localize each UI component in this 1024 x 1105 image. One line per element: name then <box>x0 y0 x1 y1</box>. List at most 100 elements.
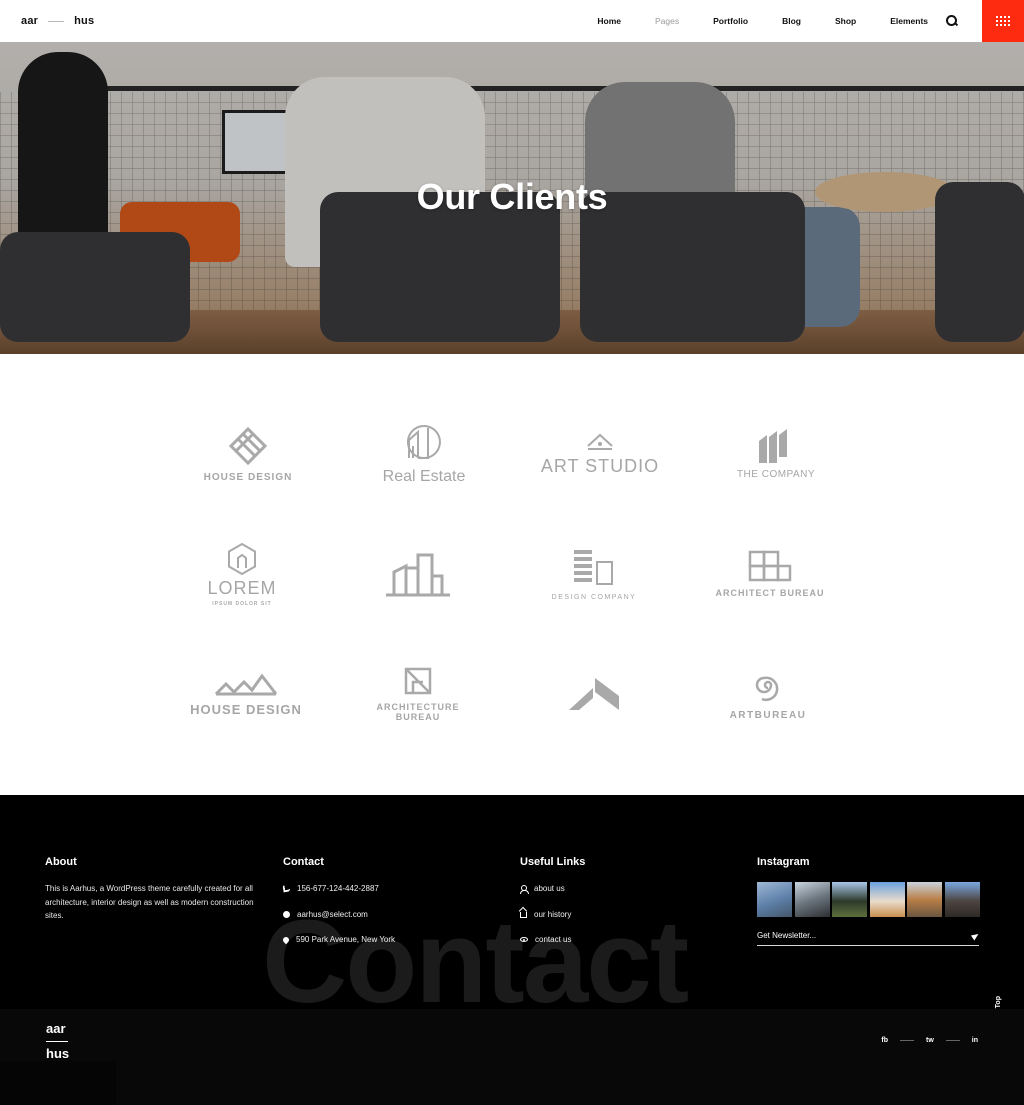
footer-link-label: our history <box>534 909 572 919</box>
mountain-roofs-icon <box>214 672 278 695</box>
city-buildings-icon <box>386 553 450 597</box>
client-logo-lorem[interactable]: LOREM IPSUM DOLOR SIT <box>154 524 330 624</box>
home-icon <box>520 912 527 918</box>
footer-phone[interactable]: 156-677-124-442-2887 <box>282 882 503 895</box>
nav-portfolio[interactable]: Portfolio <box>713 16 748 26</box>
nav-home[interactable]: Home <box>597 16 621 26</box>
client-name: ARCHITECT BUREAU <box>715 588 825 598</box>
footer-instagram: Instagram Get Newsletter... <box>757 856 987 946</box>
client-logo-house-design[interactable]: HOUSE DESIGN <box>160 404 336 504</box>
client-logo-house-design-2[interactable]: HOUSE DESIGN <box>158 644 334 744</box>
nav-elements[interactable]: Elements <box>890 16 928 26</box>
footer-contact-title: Contact <box>283 856 324 868</box>
footer-link-contact[interactable]: contact us <box>520 933 740 946</box>
footer-about-text: This is Aarhus, a WordPress theme carefu… <box>45 884 254 920</box>
nav-shop[interactable]: Shop <box>835 16 856 26</box>
footer-logo-top: aar <box>46 1021 66 1036</box>
phone-icon <box>282 884 291 893</box>
framed-square-icon <box>404 667 432 695</box>
footer-links-title: Useful Links <box>520 856 586 868</box>
footer-address: 590 Park Avenue, New York <box>281 933 503 946</box>
footer-link-about[interactable]: about us <box>520 882 740 895</box>
location-pin-icon <box>281 935 291 944</box>
instagram-photo[interactable] <box>794 882 830 917</box>
stacked-houses-icon <box>759 428 787 463</box>
client-name: ARTBUREAU <box>729 709 807 721</box>
footer-instagram-title: Instagram <box>757 856 810 868</box>
page-title: Our Clients <box>416 176 608 217</box>
instagram-photo[interactable] <box>869 882 905 917</box>
footer-about: About This is Aarhus, a WordPress theme … <box>45 856 265 923</box>
client-name: DESIGN COMPANY <box>551 593 637 601</box>
site-logo[interactable]: aar hus <box>21 15 94 27</box>
footer-email[interactable]: aarhus@select.com <box>283 908 503 921</box>
client-logo-wing[interactable] <box>506 644 682 744</box>
client-name: Real Estate <box>382 468 466 485</box>
newsletter-field[interactable]: Get Newsletter... <box>757 931 981 946</box>
social-linkedin[interactable]: in <box>972 1037 978 1044</box>
client-name: ARCHITECTURE <box>376 702 460 712</box>
chat-icon <box>283 910 290 918</box>
main-nav: Home Pages Portfolio Blog Shop Elements <box>563 0 958 42</box>
chevron-wing-icon <box>569 678 619 710</box>
logo-text-right: hus <box>74 15 95 27</box>
footer-logo-bottom: hus <box>46 1046 70 1061</box>
grid-blocks-icon <box>748 550 792 582</box>
logo-dash <box>48 20 65 22</box>
side-menu-button[interactable] <box>982 0 1024 42</box>
footer-bottom-shade <box>0 1061 116 1105</box>
site-header: aar hus Home Pages Portfolio Blog Shop E… <box>0 0 1024 42</box>
client-name: LOREM <box>207 577 277 598</box>
instagram-photo[interactable] <box>944 882 980 917</box>
client-subname: IPSUM DOLOR SIT <box>212 600 272 607</box>
footer-link-label: contact us <box>535 935 572 944</box>
footer-link-label: about us <box>534 884 565 893</box>
social-facebook[interactable]: fb <box>881 1037 888 1044</box>
client-logo-artbureau[interactable]: ARTBUREAU <box>680 644 856 744</box>
social-twitter[interactable]: tw <box>926 1037 934 1044</box>
footer-phone-text: 156-677-124-442-2887 <box>297 884 379 893</box>
client-logo-real-estate[interactable]: Real Estate <box>336 404 512 504</box>
client-logo-architect-bureau[interactable]: ARCHITECT BUREAU <box>682 524 858 624</box>
nav-blog[interactable]: Blog <box>782 16 801 26</box>
hero-banner: Our Clients <box>0 42 1024 354</box>
footer-email-text: aarhus@select.com <box>297 909 368 919</box>
house-circle-icon <box>406 425 441 459</box>
client-name: ART STUDIO <box>540 455 660 476</box>
client-logo-design-company[interactable]: DESIGN COMPANY <box>506 524 682 624</box>
instagram-grid <box>757 882 987 917</box>
social-separator <box>945 1040 960 1041</box>
striped-diamond-icon <box>228 426 268 465</box>
footer-address-text: 590 Park Avenue, New York <box>296 935 396 944</box>
house-dot-icon <box>587 433 613 450</box>
social-links: fb tw in <box>881 1037 978 1044</box>
footer-about-title: About <box>45 856 77 868</box>
client-name: HOUSE DESIGN <box>190 701 302 717</box>
client-logo-art-studio[interactable]: ART STUDIO <box>512 404 688 504</box>
client-subname: BUREAU <box>395 712 441 722</box>
hexagon-icon <box>228 542 256 575</box>
nav-pages[interactable]: Pages <box>655 16 679 26</box>
user-icon <box>520 885 529 894</box>
instagram-photo[interactable] <box>907 882 942 917</box>
instagram-photo[interactable] <box>757 882 792 917</box>
instagram-photo[interactable] <box>832 882 867 917</box>
spiral-icon <box>755 676 779 701</box>
eye-icon <box>520 937 528 942</box>
client-name: HOUSE DESIGN <box>203 471 293 483</box>
client-logo-city[interactable] <box>330 524 506 624</box>
footer-logo[interactable]: aar hus <box>46 1021 69 1061</box>
footer-contact: Contact 156-677-124-442-2887 aarhus@sele… <box>281 856 503 959</box>
client-name: THE COMPANY <box>736 468 816 480</box>
footer-logo-line <box>46 1041 68 1042</box>
client-logo-the-company[interactable]: THE COMPANY <box>688 404 864 504</box>
site-footer: Contact About This is Aarhus, a WordPres… <box>0 795 1024 1105</box>
search-icon[interactable] <box>946 15 958 27</box>
footer-bottom-bar: aar hus fb tw in <box>0 1009 1024 1105</box>
footer-useful-links: Useful Links about us our history contac… <box>520 856 740 959</box>
send-icon[interactable] <box>970 931 981 940</box>
client-logo-architecture-bureau[interactable]: ARCHITECTURE BUREAU <box>330 644 506 744</box>
logo-text-left: aar <box>21 15 39 27</box>
social-separator <box>899 1040 914 1041</box>
footer-link-history[interactable]: our history <box>520 908 740 921</box>
